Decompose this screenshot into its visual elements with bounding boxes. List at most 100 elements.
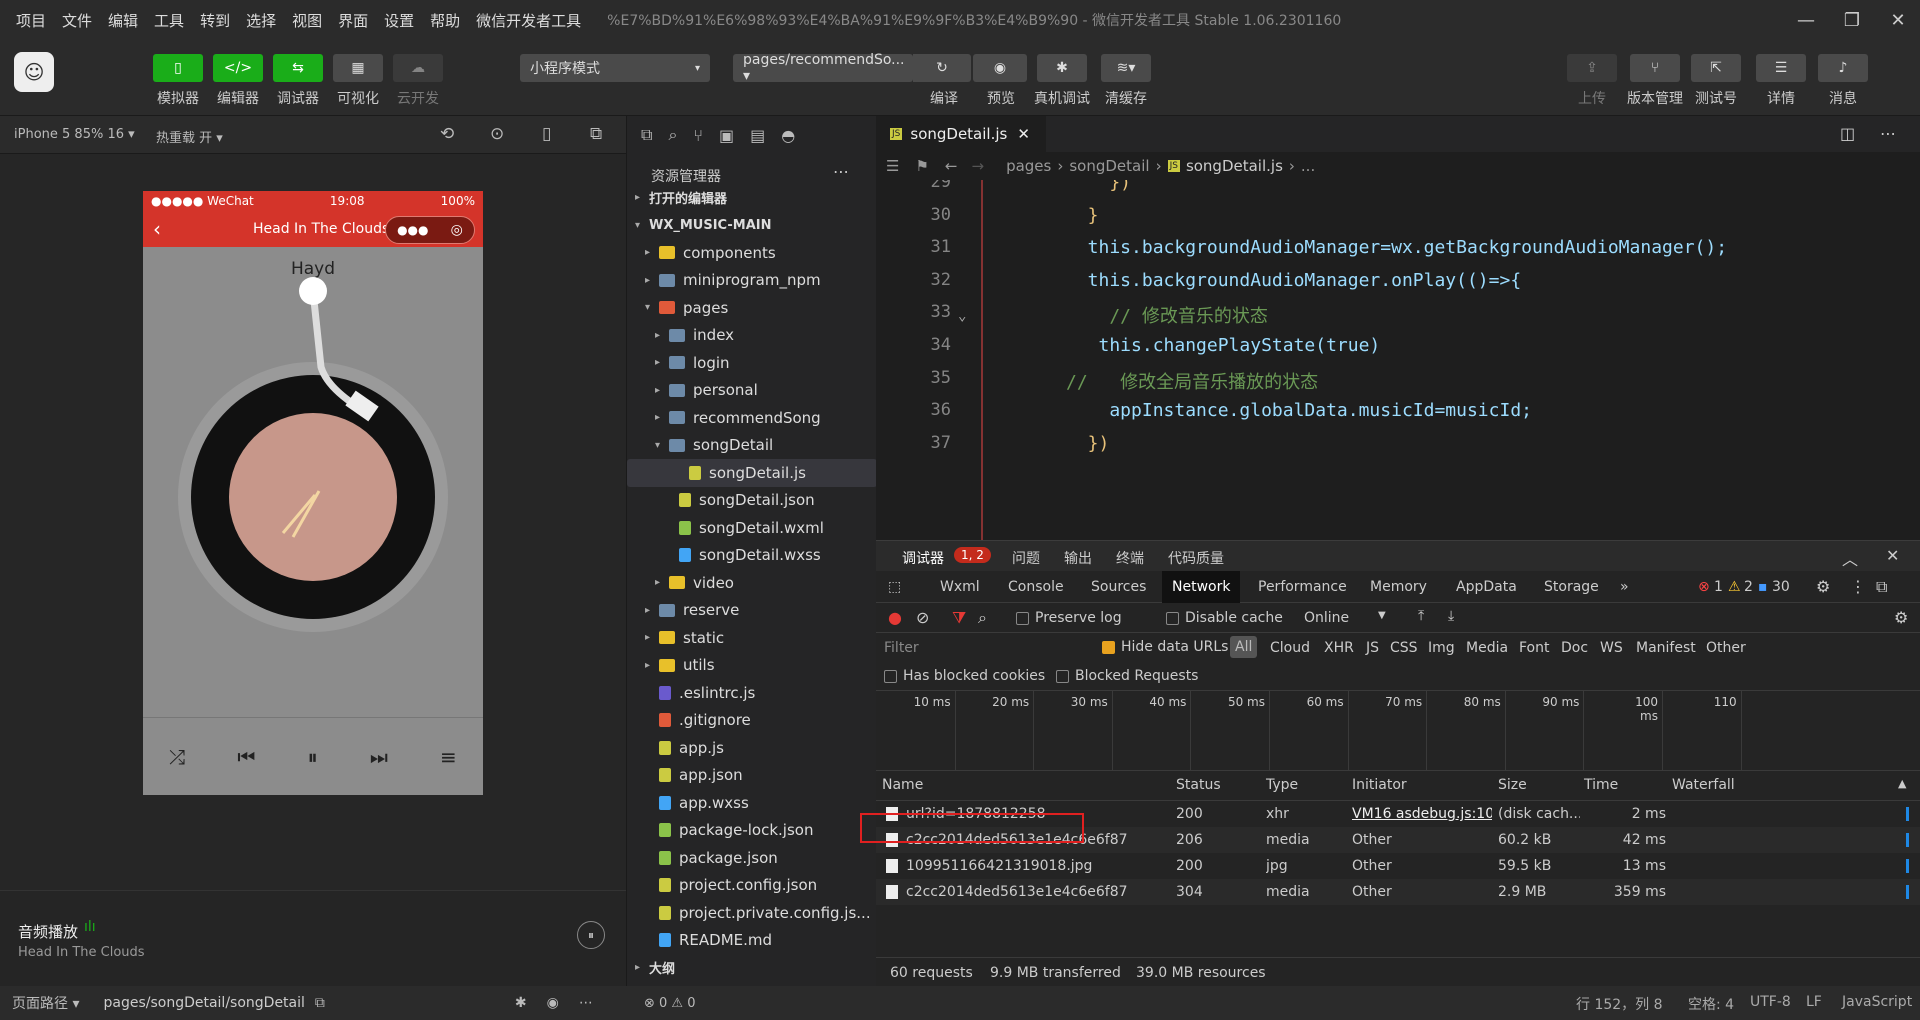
import-icon[interactable]: ⤒ — [1418, 608, 1424, 624]
network-settings-icon[interactable]: ⚙ — [1894, 608, 1908, 627]
close-capsule-icon[interactable]: ◎ — [451, 222, 463, 238]
disable-cache-checkbox[interactable]: Disable cache — [1166, 610, 1283, 626]
filter-img[interactable]: Img — [1428, 640, 1455, 656]
filter-font[interactable]: Font — [1519, 640, 1549, 656]
more-icon[interactable]: ⋯ — [579, 995, 593, 1011]
menu-edit[interactable]: 编辑 — [100, 10, 146, 31]
encoding[interactable]: UTF-8 — [1750, 994, 1791, 1010]
tree-item[interactable]: ▸ reserve — [627, 597, 877, 625]
filter-manifest[interactable]: Manifest — [1636, 640, 1696, 656]
inspect-icon[interactable]: ⬚ — [888, 579, 901, 595]
record-icon[interactable]: ● — [888, 608, 902, 627]
messages-button[interactable]: ♪ — [1818, 54, 1868, 82]
details-button[interactable]: ☰ — [1756, 54, 1806, 82]
clear-cache-button[interactable]: ≋▾ — [1101, 54, 1151, 82]
menu-help[interactable]: 帮助 — [422, 10, 468, 31]
tree-item[interactable]: songDetail.js — [627, 459, 877, 487]
more-icon[interactable]: ●●● — [397, 223, 428, 237]
popout-icon[interactable]: ⧉ — [590, 124, 602, 144]
search-icon[interactable]: ⌕ — [978, 608, 987, 628]
filter-icon[interactable]: ⧩ — [952, 608, 966, 628]
fold-icon[interactable]: ⌄ — [958, 308, 966, 324]
files-icon[interactable]: ⧉ — [641, 125, 652, 145]
cell-initiator[interactable]: VM16 asdebug.js:10 — [1352, 806, 1492, 822]
tree-item[interactable]: ▾ songDetail — [627, 432, 877, 460]
crumb-file[interactable]: songDetail.js — [1186, 157, 1283, 175]
collapse-icon[interactable]: ︿ — [1842, 546, 1858, 570]
problems-counter[interactable]: ⊗ 0 ⚠ 0 — [626, 986, 876, 1020]
line-ending[interactable]: LF — [1806, 994, 1822, 1010]
panel-network[interactable]: Network — [1162, 571, 1241, 603]
debugger-button[interactable]: ⇆ — [273, 54, 323, 82]
filter-doc[interactable]: Doc — [1561, 640, 1588, 656]
maximize-icon[interactable]: ❐ — [1830, 0, 1874, 40]
tree-item[interactable]: README.md — [627, 927, 877, 955]
tree-item[interactable]: ▸ utils — [627, 652, 877, 680]
tree-item[interactable]: ▾ WX_MUSIC-MAIN — [627, 212, 877, 240]
sort-icon[interactable]: ▲ — [1898, 777, 1906, 790]
pause-icon[interactable]: ⏸ — [308, 745, 318, 769]
tree-item[interactable]: ▸ 打开的编辑器 — [627, 184, 877, 212]
panel-console[interactable]: Console — [1008, 579, 1064, 595]
tree-item[interactable]: package.json — [627, 844, 877, 872]
tree-item[interactable]: ▸ components — [627, 239, 877, 267]
bookmark-icon[interactable]: ⚑ — [915, 157, 928, 175]
filter-xhr[interactable]: XHR — [1324, 640, 1354, 656]
tree-item[interactable]: ▸ personal — [627, 377, 877, 405]
close-icon[interactable]: ✕ — [1876, 0, 1920, 40]
copy-icon[interactable]: ⧉ — [315, 995, 325, 1011]
tree-item[interactable]: .eslintrc.js — [627, 679, 877, 707]
tab-output[interactable]: 输出 — [1064, 548, 1092, 568]
crumb-more[interactable]: ... — [1301, 157, 1315, 175]
network-row[interactable]: 109951166421319018.jpg 200 jpg Other 59.5 kB… — [876, 853, 1920, 879]
tab-issues[interactable]: 问题 — [1012, 548, 1040, 568]
tree-item[interactable]: ▸ video — [627, 569, 877, 597]
settings-gear-icon[interactable]: ⚙ — [1816, 577, 1830, 596]
menu-wechat-devtools[interactable]: 微信开发者工具 — [468, 10, 589, 31]
tree-item[interactable]: ▸ index — [627, 322, 877, 350]
hide-data-urls-checkbox[interactable]: Hide data URLs — [1102, 639, 1228, 655]
close-tab-icon[interactable]: ✕ — [1017, 125, 1030, 143]
has-blocked-cookies-checkbox[interactable]: Has blocked cookies — [884, 668, 1045, 684]
tree-item[interactable]: app.json — [627, 762, 877, 790]
source-control-icon[interactable]: ⑂ — [693, 126, 703, 145]
menu-tools[interactable]: 工具 — [146, 10, 192, 31]
back-icon[interactable]: ‹ — [153, 217, 161, 241]
forward-arrow-icon[interactable]: → — [971, 157, 984, 175]
indent-setting[interactable]: 空格: 4 — [1688, 994, 1734, 1014]
extensions-icon[interactable]: ▣ — [719, 126, 734, 145]
panel-performance[interactable]: Performance — [1258, 579, 1347, 595]
close-panel-icon[interactable]: ✕ — [1886, 546, 1899, 565]
search-icon[interactable]: ⌕ — [668, 125, 677, 145]
tree-item[interactable]: project.private.config.js... — [627, 899, 877, 927]
filter-ws[interactable]: WS — [1600, 640, 1623, 656]
menu-select[interactable]: 选择 — [238, 10, 284, 31]
phone-icon[interactable]: ▯ — [542, 124, 551, 144]
minimize-icon[interactable]: — — [1784, 0, 1828, 40]
tree-item[interactable]: songDetail.json — [627, 487, 877, 515]
clear-icon[interactable]: ⊘ — [916, 608, 929, 627]
simulator-button[interactable]: ▯ — [153, 54, 203, 82]
col-type[interactable]: Type — [1266, 777, 1298, 793]
col-time[interactable]: Time — [1584, 777, 1618, 793]
throttle-select[interactable]: Online — [1304, 610, 1349, 626]
eye-icon[interactable]: ◉ — [547, 995, 559, 1011]
menu-view[interactable]: 视图 — [284, 10, 330, 31]
panel-wxml[interactable]: Wxml — [940, 579, 980, 595]
col-initiator[interactable]: Initiator — [1352, 777, 1407, 793]
filter-input[interactable]: Filter — [884, 640, 919, 656]
prev-icon[interactable]: ⏮ — [237, 745, 255, 769]
panel-sources[interactable]: Sources — [1091, 579, 1146, 595]
next-icon[interactable]: ⏭ — [370, 745, 388, 769]
device-select[interactable]: iPhone 5 85% 16 ▾ — [14, 127, 135, 142]
page-select[interactable]: pages/recommendSo... ▾ — [733, 52, 913, 84]
filter-other[interactable]: Other — [1706, 640, 1746, 656]
export-icon[interactable]: ⤓ — [1448, 608, 1454, 624]
crumb-pages[interactable]: pages — [1006, 157, 1051, 175]
explorer-more-icon[interactable]: ⋯ — [833, 162, 849, 181]
tree-item[interactable]: ▸ miniprogram_npm — [627, 267, 877, 295]
audio-pause-button[interactable]: ⏸ — [577, 921, 605, 949]
dock-icon[interactable]: ⧉ — [1876, 577, 1887, 597]
tab-terminal[interactable]: 终端 — [1116, 548, 1144, 568]
filter-media[interactable]: Media — [1466, 640, 1508, 656]
